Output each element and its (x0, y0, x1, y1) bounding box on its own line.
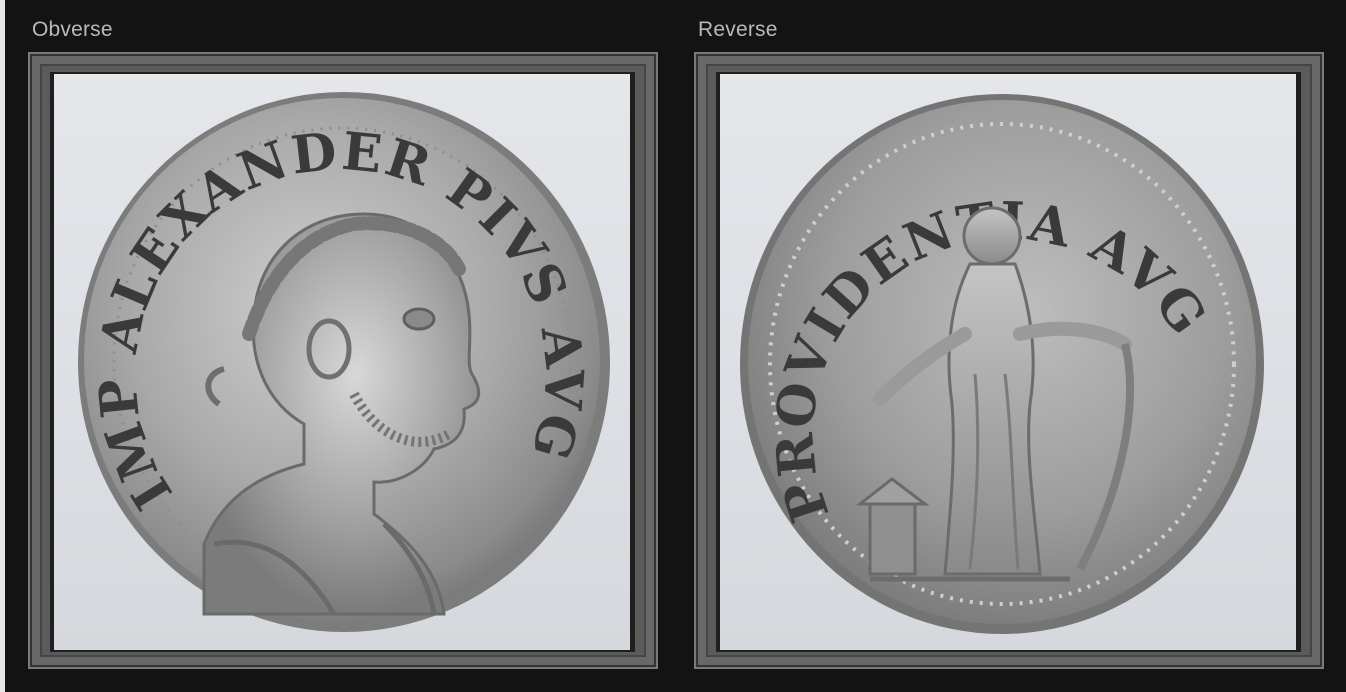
reverse-frame: PROVIDENTIA AVG (694, 52, 1324, 669)
obverse-frame: IMP ALEXANDER PIVS AVG (28, 52, 658, 669)
coin-reverse-image[interactable]: PROVIDENTIA AVG (720, 74, 1296, 650)
reverse-mat: PROVIDENTIA AVG (716, 72, 1301, 652)
obverse-coin-drawing: IMP ALEXANDER PIVS AVG (78, 92, 610, 632)
obverse-label: Obverse (32, 18, 113, 41)
gallery-viewer: Obverse IMP ALEXANDER PIVS AVG Reverse P… (0, 0, 1346, 692)
reverse-coin-drawing: PROVIDENTIA AVG (740, 94, 1264, 634)
obverse-mat: IMP ALEXANDER PIVS AVG (50, 72, 635, 652)
page-edge (0, 0, 5, 692)
reverse-label: Reverse (698, 18, 778, 41)
coin-obverse-image[interactable]: IMP ALEXANDER PIVS AVG (54, 74, 630, 650)
